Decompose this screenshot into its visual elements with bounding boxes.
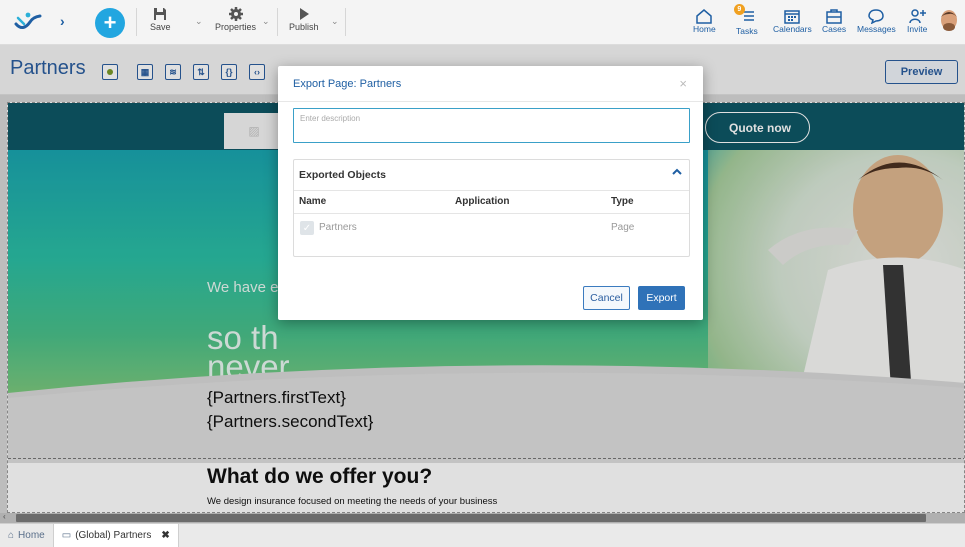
- nav-home[interactable]: Home: [693, 8, 716, 34]
- publish-dropdown-chevron-icon[interactable]: ⌄: [331, 16, 339, 27]
- add-user-icon: [909, 9, 927, 24]
- briefcase-icon: [826, 9, 842, 24]
- nav-tasks[interactable]: 9 Tasks: [733, 4, 758, 36]
- tasks-count-badge: 9: [733, 4, 745, 15]
- properties-label: Properties: [215, 22, 257, 32]
- publish-button[interactable]: Publish: [289, 6, 319, 32]
- nav-calendars-label: Calendars: [773, 24, 812, 34]
- dialog-title: Export Page: Partners: [293, 78, 402, 90]
- nav-tasks-label: Tasks: [736, 26, 758, 36]
- properties-dropdown-chevron-icon[interactable]: ⌄: [262, 16, 270, 27]
- publish-label: Publish: [289, 22, 319, 32]
- column-header-type: Type: [611, 196, 634, 207]
- nav-home-label: Home: [693, 24, 716, 34]
- panel-title: Exported Objects: [299, 169, 386, 181]
- close-icon[interactable]: ✖: [161, 530, 169, 541]
- description-input[interactable]: Enter description: [293, 108, 690, 143]
- nav-invite[interactable]: Invite: [907, 8, 927, 34]
- tab-global-partners[interactable]: ▭ (Global) Partners ✖: [52, 523, 179, 547]
- nav-calendars[interactable]: Calendars: [773, 8, 812, 34]
- save-icon: [154, 8, 167, 20]
- tab-home-label: Home: [18, 530, 45, 541]
- user-avatar[interactable]: [938, 8, 960, 34]
- tab-partners-label: (Global) Partners: [75, 530, 152, 541]
- toolbar-separator: [136, 8, 137, 36]
- toolbar-separator: [277, 8, 278, 36]
- nav-messages[interactable]: Messages: [857, 8, 896, 34]
- exported-objects-panel: Exported Objects Name Application Type ✓…: [293, 159, 690, 257]
- divider: [294, 190, 689, 191]
- tab-home[interactable]: ⌂ Home: [0, 524, 53, 547]
- expand-chevron-icon[interactable]: ›: [60, 13, 65, 29]
- bottom-tab-bar: ⌂ Home ▭ (Global) Partners ✖: [0, 523, 965, 547]
- chat-bubble-icon: [868, 9, 885, 24]
- play-icon: [299, 8, 309, 20]
- save-dropdown-chevron-icon[interactable]: ⌄: [195, 16, 203, 27]
- nav-messages-label: Messages: [857, 24, 896, 34]
- export-button[interactable]: Export: [638, 286, 685, 310]
- row-checkbox[interactable]: ✓: [300, 221, 314, 235]
- toolbar-separator: [345, 8, 346, 36]
- app-logo[interactable]: [13, 10, 43, 34]
- export-page-dialog: Export Page: Partners × Enter descriptio…: [278, 66, 703, 320]
- add-button[interactable]: +: [95, 8, 125, 38]
- divider: [294, 213, 689, 214]
- cell-name: Partners: [319, 222, 357, 233]
- home-icon: ⌂: [8, 530, 15, 541]
- gear-icon: [228, 7, 243, 21]
- cell-type: Page: [611, 222, 635, 233]
- properties-button[interactable]: Properties: [215, 6, 256, 32]
- main-toolbar: › + Save ⌄ Properties ⌄ Publish ⌄ Home 9…: [0, 0, 965, 45]
- nav-invite-label: Invite: [907, 24, 928, 34]
- column-header-name: Name: [299, 196, 327, 207]
- column-header-application: Application: [455, 196, 510, 207]
- divider: [278, 101, 703, 102]
- page-icon: ▭: [61, 530, 72, 541]
- home-icon: [696, 9, 713, 24]
- calendar-icon: [784, 10, 801, 24]
- cancel-button[interactable]: Cancel: [583, 286, 630, 310]
- chevron-up-icon[interactable]: [672, 167, 682, 177]
- save-label: Save: [150, 22, 171, 32]
- nav-cases[interactable]: Cases: [822, 8, 846, 34]
- close-icon[interactable]: ×: [679, 76, 687, 91]
- nav-cases-label: Cases: [822, 24, 847, 34]
- save-button[interactable]: Save: [150, 6, 171, 32]
